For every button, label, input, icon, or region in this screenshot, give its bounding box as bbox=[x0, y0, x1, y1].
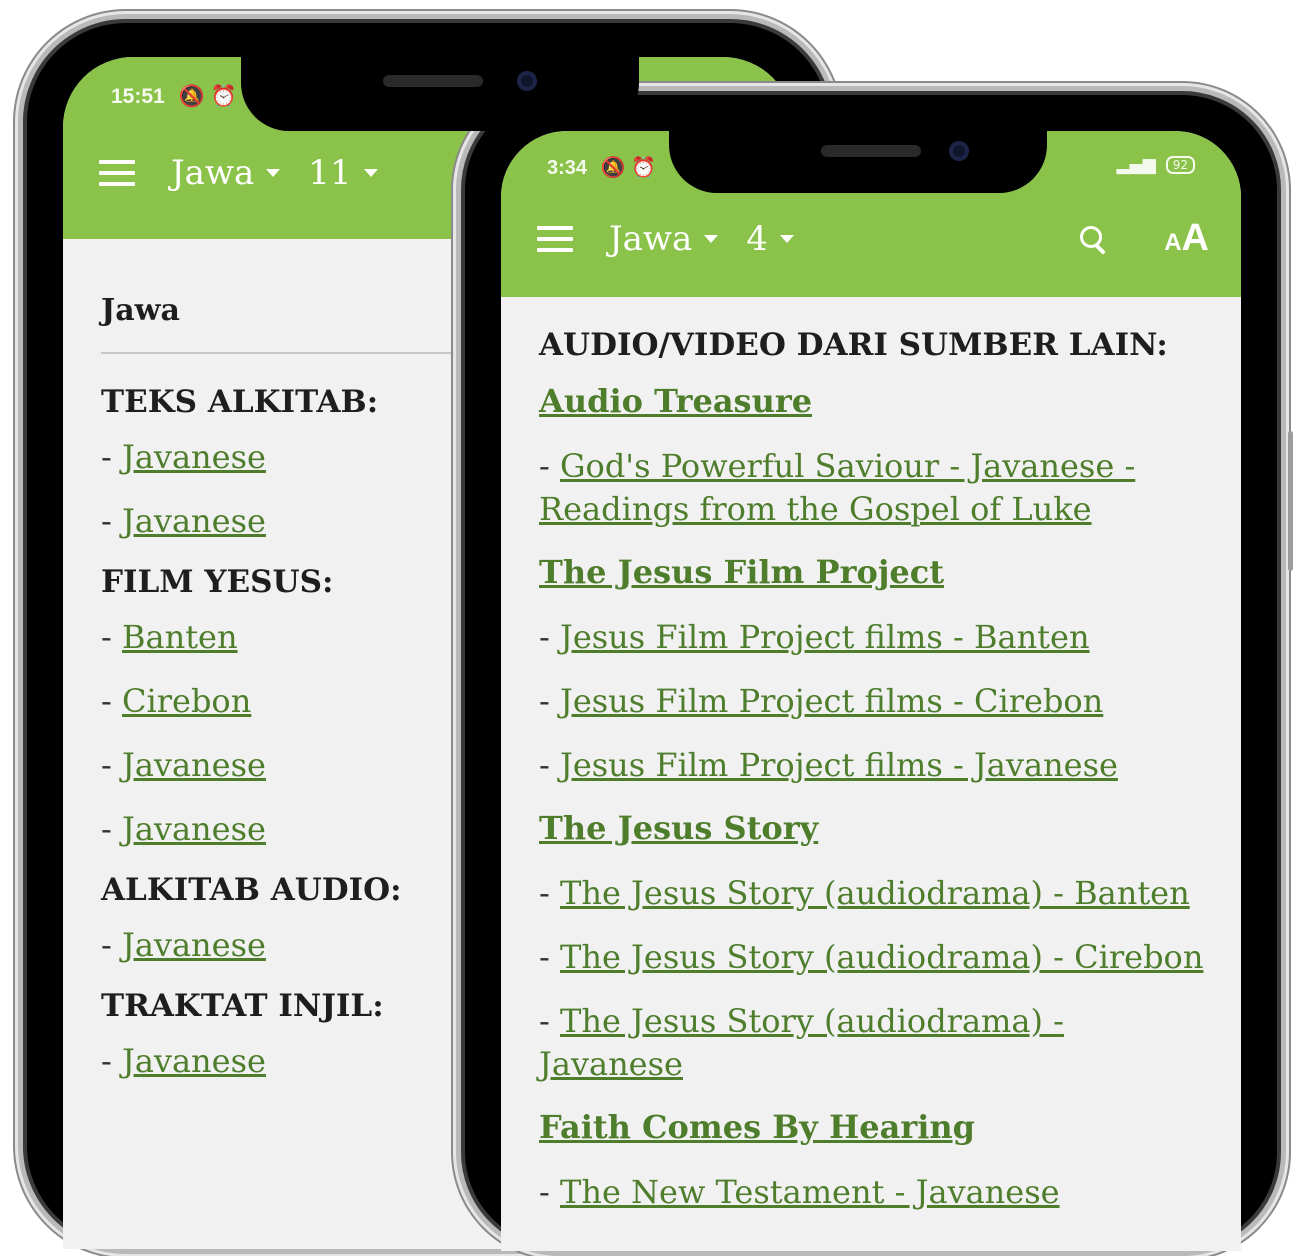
menu-icon[interactable] bbox=[99, 160, 135, 186]
resource-link[interactable]: Banten bbox=[122, 618, 238, 656]
front-camera bbox=[949, 141, 969, 161]
chevron-down-icon bbox=[363, 169, 378, 177]
bullet: - bbox=[539, 1002, 560, 1040]
list-item: - The Jesus Story (audiodrama) - Cirebon bbox=[539, 936, 1207, 979]
resource-link[interactable]: The Jesus Story (audiodrama) - Cirebon bbox=[560, 938, 1203, 976]
search-icon[interactable] bbox=[1078, 224, 1108, 254]
chevron-down-icon bbox=[779, 234, 794, 243]
list-item: - The New Testament - Javanese bbox=[539, 1171, 1207, 1214]
bullet: - bbox=[539, 938, 560, 976]
resource-link[interactable]: Cirebon bbox=[122, 682, 251, 720]
speaker-grille bbox=[821, 145, 921, 157]
source-title-link[interactable]: The Jesus Story bbox=[539, 808, 1207, 848]
chevron-down-icon bbox=[704, 234, 719, 243]
bullet: - bbox=[539, 618, 560, 656]
chapter-dropdown[interactable]: 4 bbox=[746, 219, 794, 259]
chapter-label: 11 bbox=[308, 153, 352, 193]
bullet: - bbox=[101, 810, 122, 848]
language-label: Jawa bbox=[609, 218, 693, 259]
toolbar: Jawa 4 AA bbox=[501, 217, 1241, 260]
resource-link[interactable]: Javanese bbox=[122, 1042, 266, 1080]
bullet: - bbox=[101, 502, 122, 540]
bullet: - bbox=[539, 1173, 560, 1211]
alarm-icon: ⏰ bbox=[210, 85, 237, 108]
resource-link[interactable]: Javanese bbox=[122, 502, 266, 540]
resource-link[interactable]: The Jesus Story (audiodrama) - Javanese bbox=[539, 1002, 1064, 1083]
source-title-link[interactable]: Audio Treasure bbox=[539, 381, 1207, 421]
font-size-icon[interactable]: AA bbox=[1164, 217, 1209, 260]
language-label: Jawa bbox=[171, 153, 255, 193]
resource-link[interactable]: Jesus Film Project films - Javanese bbox=[560, 746, 1118, 784]
language-dropdown[interactable]: Jawa bbox=[171, 153, 281, 193]
bullet: - bbox=[101, 682, 122, 720]
other-sources-page: AUDIO/VIDEO DARI SUMBER LAIN: Audio Trea… bbox=[539, 297, 1207, 1235]
resource-link[interactable]: God's Powerful Saviour - Javanese - Read… bbox=[539, 447, 1135, 528]
battery-icon: 92 bbox=[1165, 156, 1195, 174]
chapter-dropdown[interactable]: 11 bbox=[308, 153, 378, 193]
source-title-link[interactable]: Faith Comes By Hearing bbox=[539, 1107, 1207, 1147]
resource-link[interactable]: Jesus Film Project films - Cirebon bbox=[560, 682, 1103, 720]
bullet: - bbox=[101, 618, 122, 656]
alarm-icon: ⏰ bbox=[631, 157, 656, 179]
resource-link[interactable]: Jesus Film Project films - Banten bbox=[560, 618, 1090, 656]
resource-link[interactable]: Javanese bbox=[122, 438, 266, 476]
chevron-down-icon bbox=[266, 169, 281, 177]
menu-icon[interactable] bbox=[537, 225, 573, 252]
signal-icon: ▂▄▆ bbox=[1116, 155, 1156, 175]
resource-link[interactable]: Javanese bbox=[122, 926, 266, 964]
notch bbox=[669, 131, 1047, 193]
phone-screen-front: 3:34 🔕 ⏰ ▂▄▆ 92 Jawa 4 A A AUDIO/VIDEO D… bbox=[501, 131, 1241, 1251]
bullet: - bbox=[101, 438, 122, 476]
mute-icon: 🔕 bbox=[178, 85, 205, 108]
resource-link[interactable]: Javanese bbox=[122, 810, 266, 848]
source-groups: Audio Treasure - God's Powerful Saviour -… bbox=[539, 381, 1207, 1214]
bullet: - bbox=[539, 874, 560, 912]
list-item: - Jesus Film Project films - Banten bbox=[539, 616, 1207, 659]
list-item: - The Jesus Story (audiodrama) - Banten bbox=[539, 872, 1207, 915]
status-time: 3:34 🔕 ⏰ bbox=[547, 157, 656, 179]
resource-link[interactable]: The New Testament - Javanese bbox=[560, 1173, 1060, 1211]
front-camera bbox=[517, 71, 537, 91]
bullet: - bbox=[539, 682, 560, 720]
chapter-label: 4 bbox=[746, 218, 768, 259]
notch bbox=[241, 57, 639, 131]
phone-frame-front: 3:34 🔕 ⏰ ▂▄▆ 92 Jawa 4 A A AUDIO/VIDEO D… bbox=[456, 86, 1293, 1256]
list-item: - God's Powerful Saviour - Javanese - Re… bbox=[539, 445, 1207, 531]
speaker-grille bbox=[383, 75, 483, 87]
bullet: - bbox=[539, 447, 560, 485]
status-time: 15:51 🔕 ⏰ bbox=[111, 85, 237, 108]
power-button bbox=[1288, 431, 1293, 571]
list-item: - The Jesus Story (audiodrama) - Javanes… bbox=[539, 1000, 1207, 1086]
toolbar-actions: AA bbox=[1078, 217, 1209, 260]
resource-link[interactable]: Javanese bbox=[122, 746, 266, 784]
source-title-link[interactable]: The Jesus Film Project bbox=[539, 552, 1207, 592]
bullet: - bbox=[539, 746, 560, 784]
bullet: - bbox=[101, 926, 122, 964]
bullet: - bbox=[101, 746, 122, 784]
section-heading: AUDIO/VIDEO DARI SUMBER LAIN: bbox=[539, 327, 1168, 363]
status-icons: ▂▄▆ 92 bbox=[1116, 155, 1195, 175]
bullet: - bbox=[101, 1042, 122, 1080]
list-item: - Jesus Film Project films - Cirebon bbox=[539, 680, 1207, 723]
language-dropdown[interactable]: Jawa bbox=[609, 218, 719, 259]
resource-link[interactable]: The Jesus Story (audiodrama) - Banten bbox=[560, 874, 1190, 912]
mute-icon: 🔕 bbox=[600, 157, 626, 179]
list-item: - Jesus Film Project films - Javanese bbox=[539, 744, 1207, 787]
